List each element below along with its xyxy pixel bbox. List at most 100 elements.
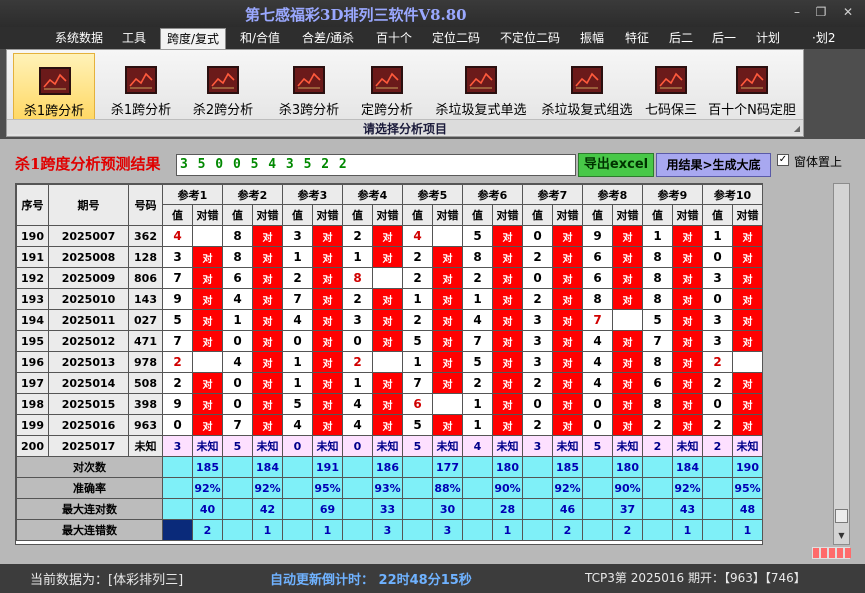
header-ref-1: 参考1 <box>162 184 223 205</box>
status-last-draw: TCP3第 2025016 期开：【963】【746】 <box>585 571 806 585</box>
result-miss <box>612 309 643 331</box>
prediction-value: 5 <box>582 435 613 457</box>
ribbon-button-3[interactable]: 杀3跨分析 <box>269 53 349 121</box>
stat-value: 1 <box>312 519 343 541</box>
ref-value: 1 <box>282 351 313 373</box>
table-row[interactable]: 199 2025016 963 0 对 7 对 4 对 4 对 5 对 1 对 2 对 0 对 2 对 2 对 <box>16 414 762 436</box>
menu-item-7[interactable]: 不定位二码 <box>500 30 560 46</box>
prediction-value: 5 <box>222 435 253 457</box>
result-right: 对 <box>372 372 403 394</box>
ref-value: 5 <box>402 330 433 352</box>
minimize-icon[interactable]: – <box>787 4 807 20</box>
ribbon-button-7[interactable]: 七码保三 <box>639 53 703 121</box>
menu-item-0[interactable]: 系统数据 <box>55 30 103 46</box>
stat-blank <box>642 477 673 499</box>
row-seq: 190 <box>16 225 49 247</box>
ref-value: 9 <box>162 393 193 415</box>
header-ref-5: 参考5 <box>402 184 463 205</box>
ribbon-button-1[interactable]: 杀1跨分析 <box>103 53 179 121</box>
ref-value: 1 <box>402 288 433 310</box>
prediction-row[interactable]: 200 2025017 未知 3 未知 5 未知 0 未知 0 未知 5 未知 4 未知 3 未知 5 未知 2 未知 2… <box>16 435 762 457</box>
stat-value: 43 <box>672 498 703 520</box>
menu-item-4[interactable]: 合差/通杀 <box>302 30 354 46</box>
ribbon-button-0[interactable]: 杀1跨分析 <box>13 53 95 121</box>
ref-value: 3 <box>522 351 553 373</box>
menu-item-2[interactable]: 跨度/复式 <box>160 28 227 50</box>
table-row[interactable]: 197 2025014 508 2 对 0 对 1 对 1 对 7 对 2 对 2 对 4 对 6 对 2 对 <box>16 372 762 394</box>
prediction-unknown: 未知 <box>552 435 583 457</box>
stat-value: 1 <box>732 519 762 541</box>
result-right: 对 <box>312 414 343 436</box>
ribbon-button-5[interactable]: 杀垃圾复式单选 <box>427 53 535 121</box>
menu-item-1[interactable]: 工具 <box>122 30 146 46</box>
result-right: 对 <box>552 267 583 289</box>
menu-item-5[interactable]: 百十个 <box>376 30 412 46</box>
ref-value: 3 <box>702 267 733 289</box>
ref-value: 2 <box>342 351 373 373</box>
result-right: 对 <box>552 330 583 352</box>
result-right: 对 <box>312 246 343 268</box>
result-right: 对 <box>492 330 523 352</box>
row-seq: 194 <box>16 309 49 331</box>
export-excel-button[interactable]: 导出excel <box>578 153 654 177</box>
topmost-checkbox[interactable]: ✓ <box>777 154 789 166</box>
result-right: 对 <box>492 246 523 268</box>
ref-value: 3 <box>342 309 373 331</box>
menu-item-9[interactable]: 特征 <box>625 30 649 46</box>
status-data-source: 当前数据为：[体彩排列三] <box>30 573 184 588</box>
menu-item-10[interactable]: 后二 <box>669 30 693 46</box>
table-row[interactable]: 192 2025009 806 7 对 6 对 2 对 8 2 对 2 对 0 对 6 对 8 对 3 对 <box>16 267 762 289</box>
ribbon-expand-icon[interactable]: ◢ <box>794 124 800 133</box>
menu-item-3[interactable]: 和/合值 <box>240 30 280 46</box>
menu-item-11[interactable]: 后一 <box>712 30 736 46</box>
ref-value: 4 <box>342 393 373 415</box>
chart-icon <box>655 66 687 94</box>
result-right: 对 <box>312 330 343 352</box>
table-row[interactable]: 198 2025015 398 9 对 0 对 5 对 4 对 6 1 对 0 对 0 对 8 对 0 对 <box>16 393 762 415</box>
ref-value: 2 <box>462 372 493 394</box>
prediction-value: 0 <box>282 435 313 457</box>
menu-item-6[interactable]: 定位二码 <box>432 30 480 46</box>
ref-value: 7 <box>162 330 193 352</box>
row-issue: 2025015 <box>48 393 129 415</box>
window-title: 第七感福彩3D排列三软件V8.80 <box>245 6 467 24</box>
row-issue: 2025009 <box>48 267 129 289</box>
result-right: 对 <box>372 288 403 310</box>
menu-item-13[interactable]: ·划2 <box>812 30 835 46</box>
table-row[interactable]: 190 2025007 362 4 8 对 3 对 2 对 4 5 对 0 对 9 对 1 对 1 对 <box>16 225 762 247</box>
row-number: 508 <box>128 372 163 394</box>
result-field[interactable]: 3 5 0 0 5 4 3 5 2 2 <box>176 154 576 176</box>
ribbon-button-label: 杀垃圾复式单选 <box>435 103 527 118</box>
scroll-down-icon[interactable]: ▼ <box>835 529 848 543</box>
table-row[interactable]: 193 2025010 143 9 对 4 对 7 对 2 对 1 对 1 对 2 对 8 对 8 对 0 对 <box>16 288 762 310</box>
vertical-scrollbar[interactable]: ▼ <box>833 183 850 545</box>
scrollbar-thumb[interactable] <box>835 509 848 523</box>
ribbon-button-8[interactable]: 百十个N码定胆 <box>705 53 799 121</box>
table-row[interactable]: 194 2025011 027 5 对 1 对 4 对 3 对 2 对 4 对 3 对 7 5 对 3 对 <box>16 309 762 331</box>
analysis-ribbon: 杀1跨分析 杀1跨分析 杀2跨分析 杀3跨分析 定跨分析 杀垃圾复式单选 杀垃圾复式组选 七码… <box>6 49 804 137</box>
close-icon[interactable]: ✕ <box>838 4 858 20</box>
ribbon-button-6[interactable]: 杀垃圾复式组选 <box>537 53 637 121</box>
row-number: 806 <box>128 267 163 289</box>
table-row[interactable]: 191 2025008 128 3 对 8 对 1 对 1 对 2 对 8 对 2 对 6 对 8 对 0 对 <box>16 246 762 268</box>
ref-value: 4 <box>222 351 253 373</box>
result-right: 对 <box>192 246 223 268</box>
progress-indicator <box>812 547 851 559</box>
ref-value: 1 <box>462 288 493 310</box>
stat-value: 90% <box>612 477 643 499</box>
result-right: 对 <box>492 351 523 373</box>
row-number: 未知 <box>128 435 163 457</box>
stat-blank <box>282 456 313 478</box>
stat-row: 最大连对数 40 42 69 33 30 28 46 37 43 48 <box>16 498 762 520</box>
table-row[interactable]: 196 2025013 978 2 4 对 1 对 2 1 对 5 对 3 对 4 对 8 对 2 <box>16 351 762 373</box>
result-right: 对 <box>612 414 643 436</box>
ribbon-button-2[interactable]: 杀2跨分析 <box>183 53 263 121</box>
table-row[interactable]: 195 2025012 471 7 对 0 对 0 对 0 对 5 对 7 对 3 对 4 对 7 对 3 对 <box>16 330 762 352</box>
ribbon-button-4[interactable]: 定跨分析 <box>351 53 423 121</box>
result-right: 对 <box>492 372 523 394</box>
stat-blank <box>342 498 373 520</box>
generate-base-button[interactable]: 用结果>生成大底 <box>656 153 771 177</box>
menu-item-8[interactable]: 振幅 <box>580 30 604 46</box>
menu-item-12[interactable]: 计划 <box>756 30 780 46</box>
maximize-icon[interactable]: ❐ <box>811 4 831 20</box>
